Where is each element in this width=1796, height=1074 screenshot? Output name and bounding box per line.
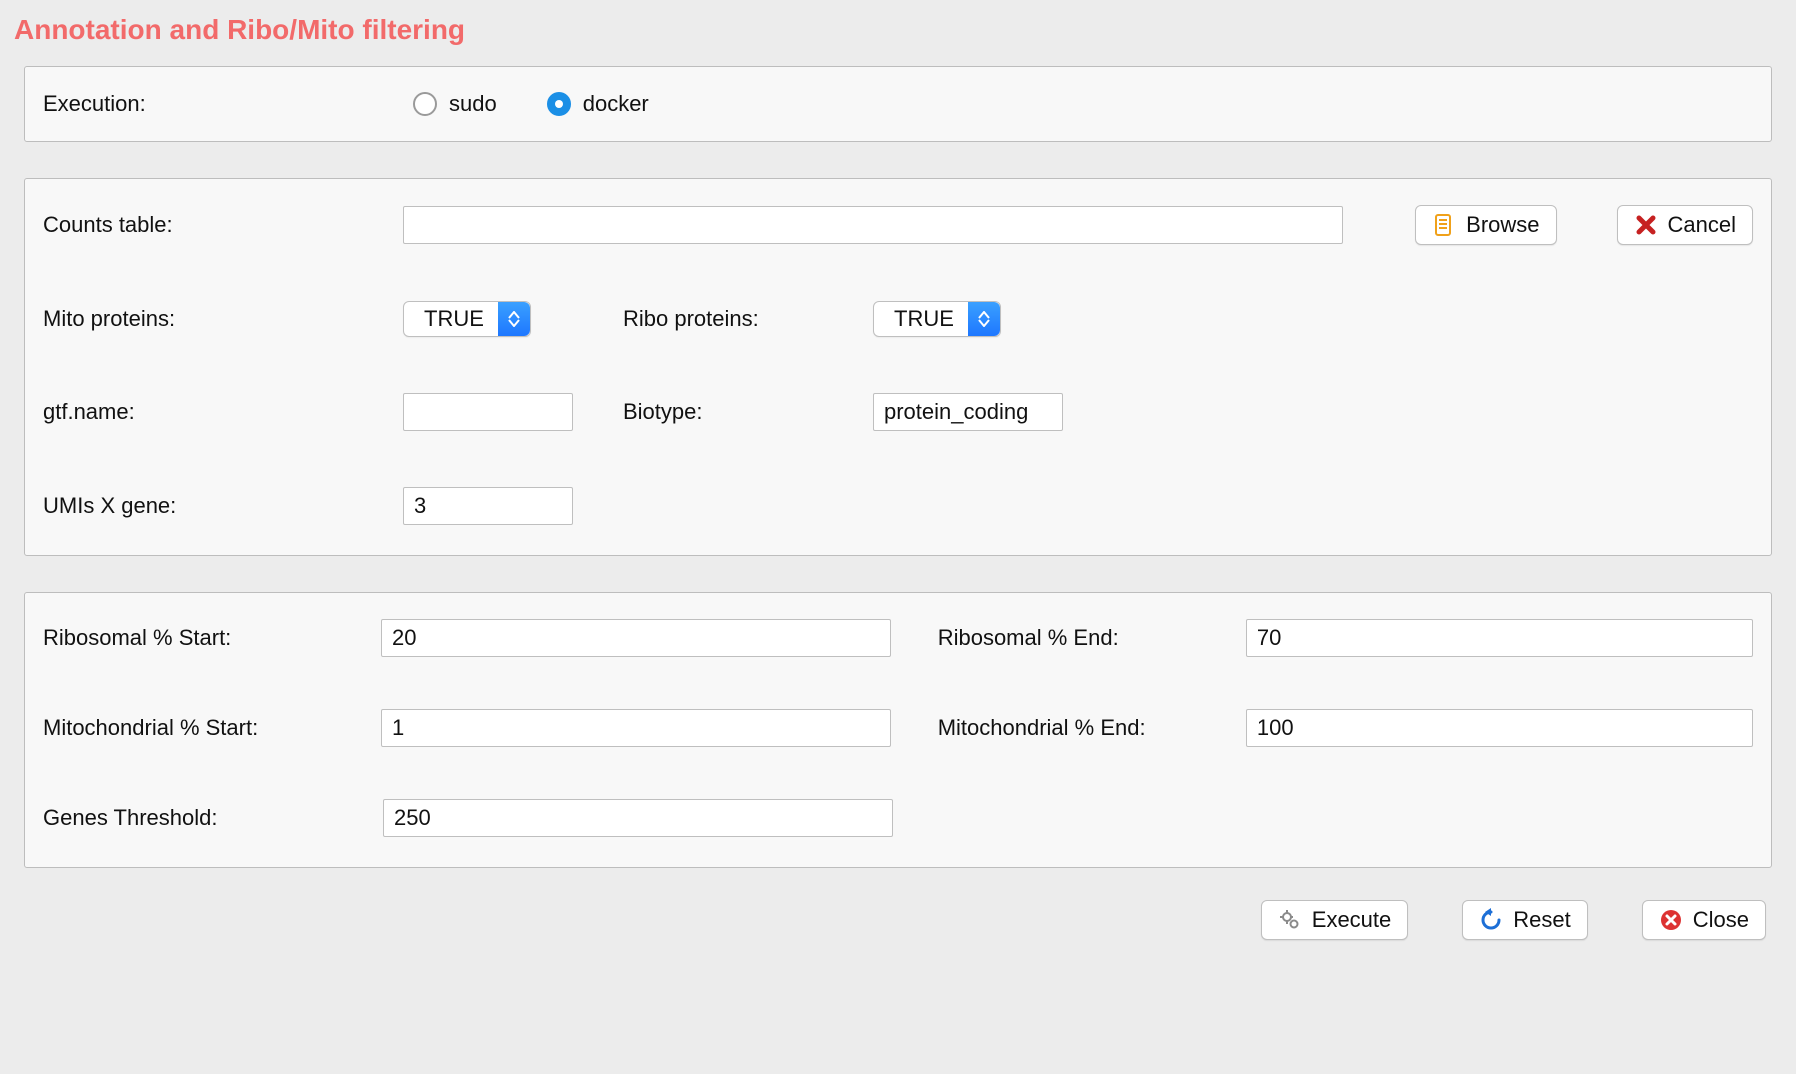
mitochondrial-start-input[interactable] [381, 709, 891, 747]
execution-panel: Execution: sudo docker [24, 66, 1772, 142]
close-button-label: Close [1693, 907, 1749, 933]
gtf-name-input[interactable] [403, 393, 573, 431]
ribosomal-start-input[interactable] [381, 619, 891, 657]
ribo-proteins-label: Ribo proteins: [623, 306, 873, 332]
mito-proteins-value: TRUE [404, 306, 498, 332]
browse-button[interactable]: Browse [1415, 205, 1556, 245]
thresholds-panel: Ribosomal % Start: Ribosomal % End: Mito… [24, 592, 1772, 868]
mitochondrial-end-input[interactable] [1246, 709, 1753, 747]
execute-button-label: Execute [1312, 907, 1392, 933]
reset-icon [1479, 908, 1503, 932]
umis-x-gene-label: UMIs X gene: [43, 493, 403, 519]
counts-table-input[interactable] [403, 206, 1343, 244]
biotype-input[interactable] [873, 393, 1063, 431]
execute-button[interactable]: Execute [1261, 900, 1409, 940]
gears-icon [1278, 908, 1302, 932]
browse-button-label: Browse [1466, 212, 1539, 238]
mito-proteins-label: Mito proteins: [43, 306, 403, 332]
radio-label-sudo: sudo [449, 91, 497, 117]
reset-button-label: Reset [1513, 907, 1570, 933]
cancel-button[interactable]: Cancel [1617, 205, 1753, 245]
mito-proteins-select[interactable]: TRUE [403, 301, 531, 337]
close-icon [1659, 908, 1683, 932]
mitochondrial-end-label: Mitochondrial % End: [938, 715, 1246, 741]
biotype-label: Biotype: [623, 399, 873, 425]
counts-table-label: Counts table: [43, 212, 403, 238]
cancel-icon [1634, 213, 1658, 237]
genes-threshold-label: Genes Threshold: [43, 805, 383, 831]
execution-label: Execution: [43, 91, 413, 117]
ribo-proteins-value: TRUE [874, 306, 968, 332]
mitochondrial-start-label: Mitochondrial % Start: [43, 715, 381, 741]
ribosomal-end-input[interactable] [1246, 619, 1753, 657]
radio-icon [547, 92, 571, 116]
execution-radio-sudo[interactable]: sudo [413, 91, 497, 117]
ribosomal-start-label: Ribosomal % Start: [43, 625, 381, 651]
cancel-button-label: Cancel [1668, 212, 1736, 238]
reset-button[interactable]: Reset [1462, 900, 1587, 940]
gtf-name-label: gtf.name: [43, 399, 403, 425]
file-icon [1432, 213, 1456, 237]
ribosomal-end-label: Ribosomal % End: [938, 625, 1246, 651]
genes-threshold-input[interactable] [383, 799, 893, 837]
umis-x-gene-input[interactable] [403, 487, 573, 525]
radio-icon [413, 92, 437, 116]
chevron-updown-icon [498, 302, 530, 336]
chevron-updown-icon [968, 302, 1000, 336]
page-title: Annotation and Ribo/Mito filtering [14, 14, 1786, 46]
radio-label-docker: docker [583, 91, 649, 117]
params-panel: Counts table: Browse [24, 178, 1772, 556]
ribo-proteins-select[interactable]: TRUE [873, 301, 1001, 337]
close-button[interactable]: Close [1642, 900, 1766, 940]
footer-buttons: Execute Reset Close [10, 900, 1786, 940]
execution-radio-docker[interactable]: docker [547, 91, 649, 117]
